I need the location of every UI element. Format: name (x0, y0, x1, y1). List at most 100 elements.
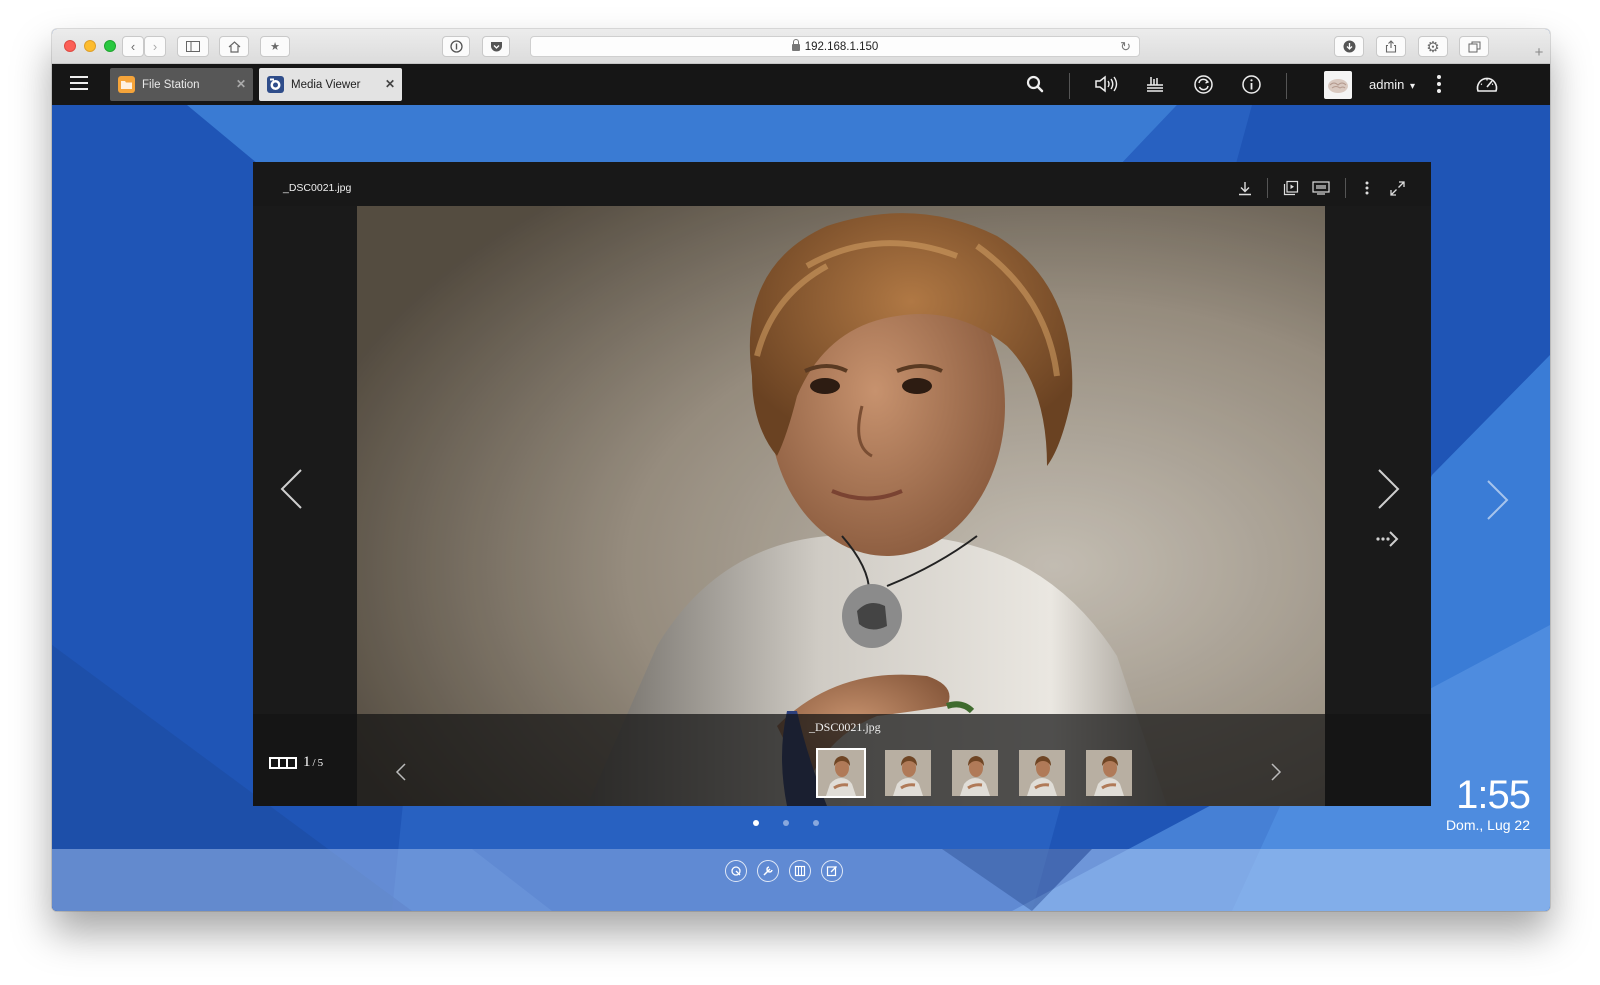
download-button[interactable] (1236, 179, 1254, 197)
star-icon: ★ (270, 41, 280, 53)
thumb-2[interactable] (885, 750, 931, 796)
slideshow-icon (1283, 180, 1299, 196)
url-text: 192.168.1.150 (804, 40, 879, 53)
thumb-3[interactable] (952, 750, 998, 796)
dashboard-gauge-icon (1476, 77, 1498, 92)
info-button[interactable] (1236, 71, 1266, 97)
edit-icon (826, 866, 837, 877)
thumb-5[interactable] (1086, 750, 1132, 796)
page-indicator-2[interactable] (783, 820, 789, 826)
thumbnail-image (952, 750, 998, 796)
sidebar-button[interactable] (177, 36, 209, 57)
nas-desktop: 1:55 Dom., Lug 22 _DSC0021.jpg _DSC0021.… (52, 105, 1550, 911)
top-sites-button[interactable]: ★ (260, 36, 290, 57)
close-icon[interactable]: ✕ (385, 77, 395, 91)
info-circle-icon (449, 40, 463, 53)
menu-icon-bar (70, 82, 88, 84)
new-tab-button[interactable]: + (1528, 43, 1550, 64)
zoom-window-button[interactable] (104, 40, 116, 52)
fullscreen-button[interactable] (1388, 179, 1406, 197)
previous-photo-arrow[interactable] (279, 468, 305, 510)
thumbnail-image (818, 750, 864, 796)
dock-app-2[interactable] (757, 860, 779, 882)
extensions-button[interactable]: ⚙ (1418, 36, 1448, 57)
photo-counter: 1 / 5 (269, 754, 323, 771)
media-viewer-window: _DSC0021.jpg _DSC0021.jpg 1 / 5 (253, 162, 1431, 806)
share-button[interactable] (1376, 36, 1406, 57)
sync-icon (1193, 74, 1213, 94)
main-menu-button[interactable] (70, 74, 90, 94)
dock-app-1[interactable] (725, 860, 747, 882)
page-indicator-3[interactable] (813, 820, 819, 826)
caret-down-icon: ▾ (1410, 81, 1416, 92)
lock-icon (791, 39, 800, 51)
volume-icon (1095, 75, 1118, 93)
tab-label: Media Viewer (291, 78, 361, 91)
media-viewer-icon (267, 76, 284, 93)
thumbnails-previous-arrow[interactable] (395, 762, 407, 782)
pocket-button[interactable] (482, 36, 510, 57)
tab-overview-button[interactable] (1459, 36, 1489, 57)
dock-app-4[interactable] (821, 860, 843, 882)
password-button[interactable] (442, 36, 470, 57)
next-folder-arrow[interactable] (1375, 530, 1401, 548)
share-icon (1385, 40, 1397, 53)
menu-icon (70, 76, 88, 78)
folder-icon (118, 76, 135, 93)
tools-icon (763, 866, 773, 876)
current-index: 1 (303, 754, 311, 770)
thumbnail-image (1086, 750, 1132, 796)
home-button[interactable] (219, 36, 249, 57)
avatar[interactable] (1324, 71, 1352, 99)
browser-toolbar: ‹ › ★ 192.168.1.150 ↻ ⚙ + (52, 29, 1550, 64)
tab-label: File Station (142, 78, 200, 91)
desktop-next-page-arrow[interactable] (1485, 478, 1511, 522)
thumb-1[interactable] (816, 748, 866, 798)
tab-media-viewer[interactable]: Media Viewer ✕ (259, 68, 402, 101)
close-icon[interactable]: ✕ (236, 77, 246, 91)
columns-icon (794, 865, 806, 877)
more-options-button[interactable] (1358, 179, 1376, 197)
chevron-left-icon: ‹ (130, 39, 136, 54)
qnap-icon (731, 866, 741, 876)
back-button[interactable]: ‹ (122, 36, 144, 57)
address-bar[interactable]: 192.168.1.150 ↻ (530, 36, 1140, 57)
slideshow-button[interactable] (1282, 179, 1300, 197)
minimize-window-button[interactable] (84, 40, 96, 52)
desktop-clock: 1:55 (1456, 773, 1531, 817)
more-options-button[interactable] (1424, 71, 1454, 97)
search-button[interactable] (1020, 71, 1050, 97)
tab-file-station[interactable]: File Station ✕ (110, 68, 253, 101)
username: admin (1369, 77, 1405, 92)
sync-button[interactable] (1188, 71, 1218, 97)
pocket-icon (490, 41, 502, 51)
thumbnails-next-arrow[interactable] (1270, 762, 1282, 782)
volume-button[interactable] (1091, 71, 1121, 97)
chevron-right-icon: › (152, 39, 158, 54)
divider (1267, 178, 1268, 198)
forward-button[interactable]: › (144, 36, 166, 57)
cast-button[interactable] (1312, 179, 1330, 197)
filmstrip-icon[interactable] (269, 756, 297, 769)
dock-app-3[interactable] (789, 860, 811, 882)
gear-icon: ⚙ (1426, 38, 1440, 56)
browser-window: ‹ › ★ 192.168.1.150 ↻ ⚙ + File Station ✕… (52, 29, 1550, 911)
reload-icon[interactable]: ↻ (1120, 39, 1131, 55)
background-tasks-button[interactable] (1140, 71, 1170, 97)
page-indicator-1[interactable] (753, 820, 759, 826)
next-photo-arrow[interactable] (1375, 468, 1401, 510)
dashboard-button[interactable] (1472, 71, 1502, 97)
cast-screen-icon (1312, 181, 1330, 195)
user-menu[interactable]: admin ▾ (1369, 77, 1415, 92)
thumbnail-image (1019, 750, 1065, 796)
close-window-button[interactable] (64, 40, 76, 52)
downloads-button[interactable] (1334, 36, 1364, 57)
info-icon (1241, 74, 1261, 94)
total-count: 5 (317, 756, 324, 769)
menu-icon-bar (70, 88, 88, 90)
thumb-4[interactable] (1019, 750, 1065, 796)
strip-filename: _DSC0021.jpg (809, 720, 881, 734)
viewer-filename: _DSC0021.jpg (283, 182, 352, 194)
dock-shortcuts (725, 860, 843, 882)
tabs-icon (1468, 41, 1480, 52)
